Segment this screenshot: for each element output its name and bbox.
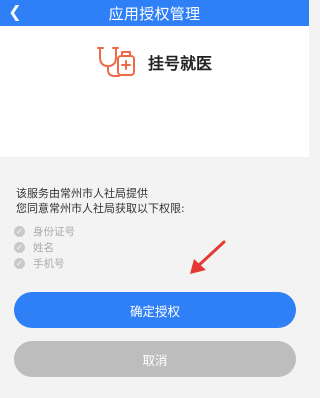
check-icon: ✓ [14, 226, 25, 237]
arrow-annotation-icon [190, 240, 226, 274]
service-card [0, 26, 309, 157]
permission-item: ✓ 手机号 [14, 256, 75, 271]
stethoscope-icon [97, 47, 135, 77]
consent-line-provider: 该服务由常州市人社局提供 [16, 187, 148, 200]
permission-label: 手机号 [33, 258, 65, 270]
consent-text: 该服务由常州市人社局提供 您同意常州市人社局获取以下权限: [16, 186, 185, 216]
cancel-button[interactable]: 取消 [14, 341, 296, 377]
permission-label: 身份证号 [33, 226, 75, 238]
page-title: 应用授权管理 [108, 4, 201, 23]
consent-line-agree: 您同意常州市人社局获取以下权限: [16, 202, 185, 215]
permission-label: 姓名 [33, 242, 54, 254]
permission-list: ✓ 身份证号 ✓ 姓名 ✓ 手机号 [14, 224, 75, 272]
top-bar: ❮ 应用授权管理 [0, 0, 309, 26]
confirm-authorization-button[interactable]: 确定授权 [14, 292, 296, 328]
permission-item: ✓ 身份证号 [14, 224, 75, 239]
check-icon: ✓ [14, 258, 25, 269]
check-icon: ✓ [14, 242, 25, 253]
service-name: 挂号就医 [148, 54, 213, 73]
permission-item: ✓ 姓名 [14, 240, 75, 255]
